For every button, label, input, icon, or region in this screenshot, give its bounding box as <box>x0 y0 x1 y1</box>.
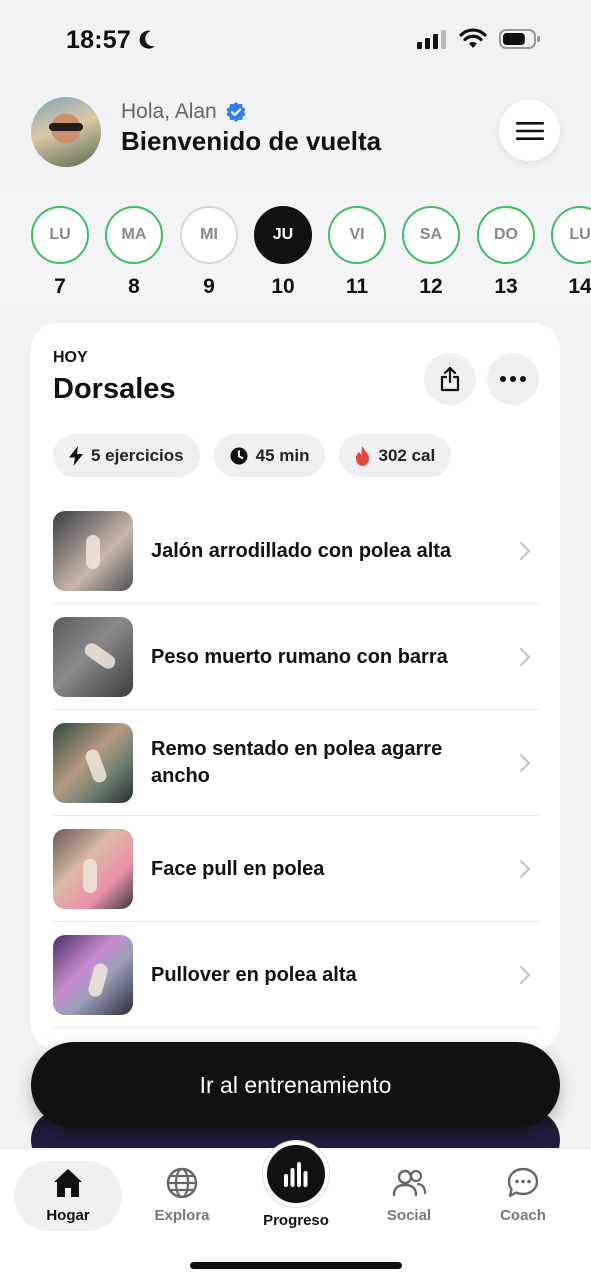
day-abbr: VI <box>328 206 386 264</box>
day-do-13[interactable]: DO 13 <box>477 206 535 299</box>
flame-icon <box>356 445 370 466</box>
day-abbr: SA <box>402 206 460 264</box>
day-number: 13 <box>494 275 518 298</box>
day-lu-7[interactable]: LU 7 <box>31 206 89 299</box>
chevron-right-icon <box>519 647 531 667</box>
hamburger-icon <box>515 121 544 140</box>
signal-icon <box>417 30 446 49</box>
day-vi-11[interactable]: VI 11 <box>328 206 386 299</box>
day-number: 10 <box>271 275 295 298</box>
workout-stats: 5 ejercicios 45 min 302 cal <box>53 434 452 477</box>
users-icon <box>392 1169 427 1197</box>
day-lu-14[interactable]: LU 14 <box>551 206 591 299</box>
chip-label: 45 min <box>255 445 310 465</box>
chevron-right-icon <box>519 753 531 773</box>
tab-social[interactable]: Social <box>355 1161 463 1231</box>
wifi-icon <box>459 28 487 48</box>
battery-icon <box>499 29 540 49</box>
start-workout-button[interactable]: Ir al entrenamiento <box>31 1042 560 1128</box>
exercise-row[interactable]: Peso muerto rumano con barra <box>53 604 539 710</box>
tab-progress-label: Progreso <box>263 1212 329 1229</box>
exercise-count-chip: 5 ejercicios <box>53 434 200 477</box>
status-time: 18:57 <box>66 26 131 54</box>
day-abbr: LU <box>551 206 591 264</box>
chevron-right-icon <box>519 859 531 879</box>
menu-button[interactable] <box>499 100 560 161</box>
bar-chart-icon <box>284 1162 308 1187</box>
day-abbr: MA <box>105 206 163 264</box>
chat-bubble-icon <box>507 1167 539 1198</box>
day-number: 11 <box>345 275 369 298</box>
exercise-thumbnail <box>53 617 133 697</box>
avatar[interactable] <box>31 97 101 167</box>
bolt-icon <box>69 445 83 466</box>
tab-label: Social <box>386 1207 432 1224</box>
globe-icon <box>166 1167 198 1199</box>
exercise-row[interactable]: Jalón arrodillado con polea alta <box>53 498 539 604</box>
day-ju-10[interactable]: JU 10 <box>254 206 312 299</box>
day-number: 12 <box>419 275 443 298</box>
day-number: 8 <box>128 275 140 298</box>
exercise-list: Jalón arrodillado con polea alta Peso mu… <box>53 498 539 1028</box>
tab-label: Coach <box>500 1207 546 1224</box>
exercise-row[interactable]: Face pull en polea <box>53 816 539 922</box>
exercise-thumbnail <box>53 935 133 1015</box>
day-number: 7 <box>54 275 66 298</box>
day-abbr: MI <box>180 206 238 264</box>
day-abbr: LU <box>31 206 89 264</box>
exercise-thumbnail <box>53 511 133 591</box>
exercise-row[interactable]: Pullover en polea alta <box>53 922 539 1028</box>
exercise-thumbnail <box>53 829 133 909</box>
calories-chip: 302 cal <box>339 434 452 477</box>
day-abbr: DO <box>477 206 535 264</box>
workout-title: Dorsales <box>53 373 176 405</box>
tab-home[interactable]: Hogar <box>14 1161 122 1231</box>
exercise-thumbnail <box>53 723 133 803</box>
more-options-button[interactable] <box>487 353 539 405</box>
share-icon <box>440 366 460 392</box>
chevron-right-icon <box>519 965 531 985</box>
day-abbr: JU <box>254 206 312 264</box>
greeting-text: Hola, Alan <box>121 100 217 123</box>
day-mi-9[interactable]: MI 9 <box>180 206 238 299</box>
status-bar: 18:57 <box>0 0 591 80</box>
exercise-name: Face pull en polea <box>151 857 325 880</box>
workout-card: HOY Dorsales 5 ejercicios 45 min 302 cal… <box>31 323 560 1050</box>
day-number: 14 <box>568 275 591 298</box>
more-dots-icon <box>500 376 526 382</box>
chip-label: 5 ejercicios <box>91 445 184 465</box>
share-button[interactable] <box>424 353 476 405</box>
chevron-right-icon <box>519 541 531 561</box>
tab-bar: Hogar Explora Progreso Social Coach <box>0 1141 591 1280</box>
header: Hola, Alan Bienvenido de vuelta <box>0 90 591 190</box>
week-day-selector: LU 7 MA 8 MI 9 JU 10 VI 11 SA 12 DO 13 L… <box>0 190 591 305</box>
tab-label: Explora <box>154 1207 210 1224</box>
card-eyebrow: HOY <box>53 349 88 366</box>
status-icons <box>417 28 541 50</box>
exercise-name: Pullover en polea alta <box>151 963 357 986</box>
clock-icon <box>230 447 248 464</box>
moon-icon <box>139 30 155 49</box>
greeting: Hola, Alan <box>121 100 247 124</box>
exercise-name: Remo sentado en polea agarre ancho <box>151 738 443 787</box>
duration-chip: 45 min <box>213 434 326 477</box>
day-ma-8[interactable]: MA 8 <box>105 206 163 299</box>
exercise-name: Peso muerto rumano con barra <box>151 645 448 668</box>
verified-badge-icon <box>226 102 246 122</box>
day-sa-12[interactable]: SA 12 <box>402 206 460 299</box>
day-number: 9 <box>203 275 215 298</box>
tab-coach[interactable]: Coach <box>469 1161 577 1231</box>
home-indicator <box>190 1262 402 1269</box>
chip-label: 302 cal <box>378 445 436 465</box>
welcome-title: Bienvenido de vuelta <box>121 126 382 156</box>
home-icon <box>54 1169 82 1197</box>
exercise-name: Jalón arrodillado con polea alta <box>151 539 452 562</box>
tab-label: Hogar <box>46 1207 90 1224</box>
tab-explore[interactable]: Explora <box>128 1161 236 1231</box>
tab-progress-button[interactable] <box>263 1141 329 1207</box>
exercise-row[interactable]: Remo sentado en polea agarre ancho <box>53 710 539 816</box>
